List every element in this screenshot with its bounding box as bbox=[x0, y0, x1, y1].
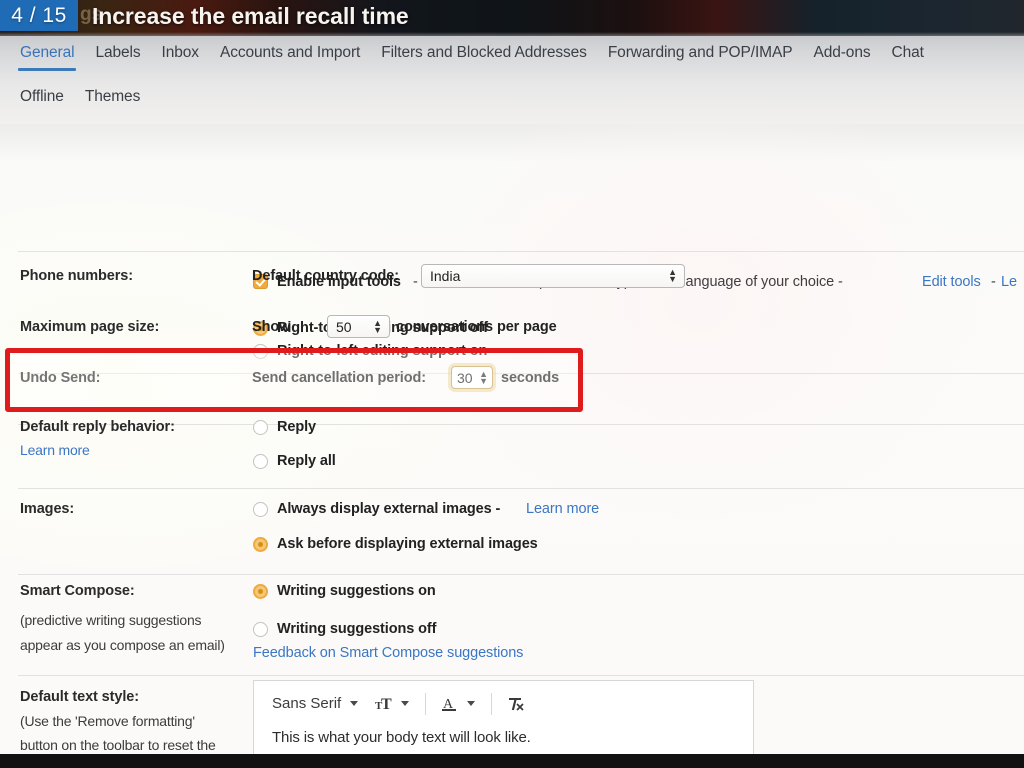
text-color-icon[interactable]: A bbox=[438, 692, 462, 716]
edit-tools-link[interactable]: Edit tools bbox=[922, 274, 981, 290]
font-family-value[interactable]: Sans Serif bbox=[272, 695, 341, 712]
tab-forwarding-and-pop-imap[interactable]: Forwarding and POP/IMAP bbox=[608, 44, 793, 71]
maximum-page-size-label: Maximum page size: bbox=[20, 319, 160, 335]
seconds-label: seconds bbox=[501, 370, 560, 386]
send-cancellation-period-value: 30 bbox=[457, 369, 473, 386]
text-style-preview-panel: Sans Serif T T A This is what your body … bbox=[253, 680, 754, 754]
default-text-style-note-line2: button on the toolbar to reset the bbox=[20, 737, 216, 753]
remove-formatting-icon[interactable] bbox=[504, 692, 528, 716]
default-reply-behavior-label: Default reply behavior: bbox=[20, 419, 175, 435]
writing-suggestions-off-radio[interactable] bbox=[253, 622, 268, 637]
slide-counter-badge: 4 / 15 bbox=[0, 0, 78, 31]
default-reply-learn-more-link[interactable]: Learn more bbox=[20, 442, 90, 458]
default-country-code-value: India bbox=[430, 268, 461, 284]
smart-compose-note-line1: (predictive writing suggestions bbox=[20, 612, 202, 628]
tab-accounts-and-import[interactable]: Accounts and Import bbox=[220, 44, 360, 71]
images-label: Images: bbox=[20, 501, 75, 517]
default-country-code-label: Default country code: bbox=[252, 268, 399, 284]
rtl-on-label: Right-to-left editing support on bbox=[277, 343, 488, 359]
send-cancellation-period-select[interactable]: 30 ▲ ▼ bbox=[451, 366, 493, 389]
bottom-letterbox-bar bbox=[0, 754, 1024, 768]
writing-suggestions-on-label: Writing suggestions on bbox=[277, 583, 436, 599]
ask-before-display-images-label: Ask before displaying external images bbox=[277, 536, 538, 552]
send-cancellation-period-label: Send cancellation period: bbox=[252, 370, 426, 386]
page-size-select[interactable]: 50 ▲ ▼ bbox=[327, 315, 390, 338]
page-size-value: 50 bbox=[336, 318, 352, 335]
reply-radio[interactable] bbox=[253, 420, 268, 435]
divider-top bbox=[18, 251, 1024, 252]
tab-add-ons[interactable]: Add-ons bbox=[813, 44, 870, 71]
ask-before-display-images-radio[interactable] bbox=[253, 537, 268, 552]
divider-reply bbox=[18, 488, 1024, 489]
divider-images bbox=[18, 574, 1024, 575]
tab-labels[interactable]: Labels bbox=[95, 44, 140, 71]
reply-all-label: Reply all bbox=[277, 453, 336, 469]
text-style-preview-text: This is what your body text will look li… bbox=[272, 729, 531, 746]
select-arrows-icon: ▲ ▼ bbox=[668, 267, 677, 284]
toolbar-divider bbox=[425, 692, 427, 715]
always-display-images-radio[interactable] bbox=[253, 502, 268, 517]
banner-title: Increase the email recall time bbox=[92, 3, 409, 29]
images-learn-more-link[interactable]: Learn more bbox=[526, 501, 599, 517]
writing-suggestions-off-label: Writing suggestions off bbox=[277, 621, 437, 637]
settings-content: Enable input tools - Use various text in… bbox=[0, 124, 1024, 754]
input-tools-separator: - bbox=[991, 274, 996, 290]
default-text-style-note-line1: (Use the 'Remove formatting' bbox=[20, 713, 195, 729]
select-arrows-icon: ▲ ▼ bbox=[373, 317, 382, 335]
tab-themes[interactable]: Themes bbox=[85, 88, 141, 115]
default-country-code-select[interactable]: India ▲ ▼ bbox=[421, 264, 685, 288]
toolbar-divider bbox=[491, 692, 493, 715]
settings-tab-row-primary: General Labels Inbox Accounts and Import… bbox=[0, 44, 1024, 71]
tab-general[interactable]: General bbox=[17, 44, 77, 71]
phone-numbers-label: Phone numbers: bbox=[20, 268, 134, 284]
conversations-per-page-label: conversations per page bbox=[396, 319, 557, 335]
font-size-chevron-down-icon[interactable] bbox=[401, 701, 410, 706]
show-label: Show bbox=[252, 319, 291, 335]
text-style-toolbar: Sans Serif T T A bbox=[254, 681, 753, 726]
svg-text:T: T bbox=[381, 696, 392, 713]
select-arrows-icon: ▲ ▼ bbox=[479, 368, 488, 386]
default-text-style-label: Default text style: bbox=[20, 689, 139, 705]
rtl-on-radio[interactable] bbox=[253, 344, 268, 359]
smart-compose-label: Smart Compose: bbox=[20, 583, 135, 599]
font-size-icon[interactable]: T T bbox=[372, 692, 396, 716]
reply-label: Reply bbox=[277, 419, 316, 435]
text-color-chevron-down-icon[interactable] bbox=[467, 701, 476, 706]
screen: gs 4 / 15 Increase the email recall time… bbox=[0, 0, 1024, 768]
tab-chat[interactable]: Chat bbox=[892, 44, 924, 71]
tab-inbox[interactable]: Inbox bbox=[162, 44, 200, 71]
divider-smart-compose bbox=[18, 675, 1024, 676]
smart-compose-note-line2: appear as you compose an email) bbox=[20, 637, 225, 653]
reply-all-radio[interactable] bbox=[253, 454, 268, 469]
font-family-chevron-down-icon[interactable] bbox=[350, 701, 359, 706]
writing-suggestions-on-radio[interactable] bbox=[253, 584, 268, 599]
undo-send-label: Undo Send: bbox=[20, 370, 101, 386]
smart-compose-feedback-link[interactable]: Feedback on Smart Compose suggestions bbox=[253, 645, 523, 661]
video-title-banner: gs 4 / 15 Increase the email recall time bbox=[0, 0, 1024, 36]
settings-tab-bar: General Labels Inbox Accounts and Import… bbox=[0, 36, 1024, 124]
settings-tab-row-secondary: Offline Themes bbox=[0, 88, 1024, 115]
tab-offline[interactable]: Offline bbox=[20, 88, 64, 115]
input-tools-learn-more-link[interactable]: Le bbox=[1001, 274, 1017, 290]
tab-filters-and-blocked-addresses[interactable]: Filters and Blocked Addresses bbox=[381, 44, 587, 71]
always-display-images-label: Always display external images - bbox=[277, 501, 501, 517]
